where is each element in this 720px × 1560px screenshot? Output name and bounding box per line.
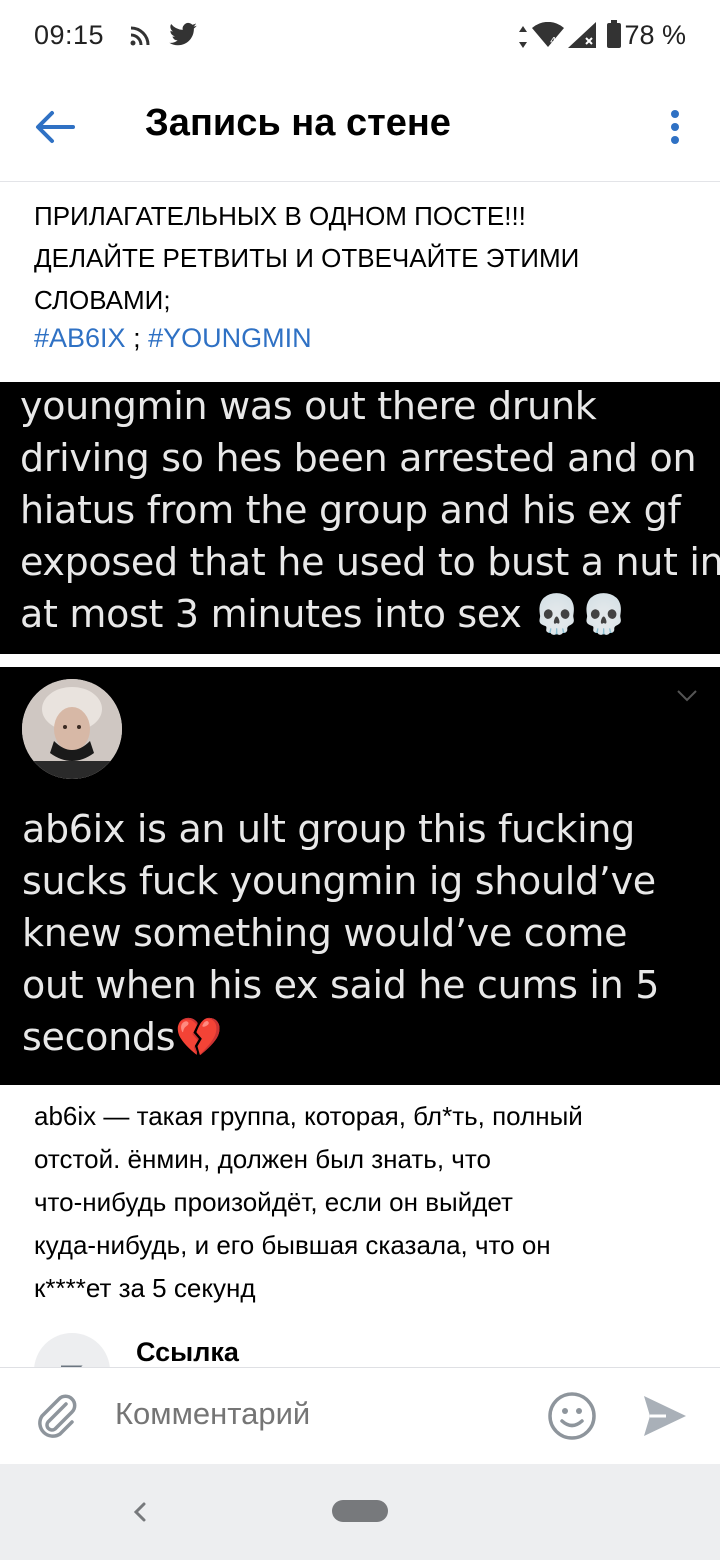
tweet-1-line: exposed that he used to bust a nut in [20,540,720,584]
post-text-line: СЛОВАМИ; [34,285,171,315]
avatar [22,679,122,779]
tweet-2-line: ab6ix is an ult group this fucking [22,807,635,851]
chevron-down-icon[interactable] [676,689,698,708]
tweet-1-text: youngmin was out there drunk driving so … [20,382,720,640]
tweet-1-line: youngmin was out there drunk [20,384,597,428]
paperclip-icon [38,1394,77,1438]
link-icon [34,1333,110,1367]
tweet-2-line: sucks fuck youngmin ig should’ve [22,859,656,903]
tweet-1-line: at most 3 minutes into sex 💀💀 [20,592,628,636]
translation-text: ab6ix — такая группа, которая, бл*ть, по… [34,1095,694,1310]
tweet-1-line: driving so hes been arrested and on [20,436,697,480]
smile-icon [548,1392,596,1440]
tweet-1-line: hiatus from the group and his ex gf [20,488,681,532]
image-divider [0,654,720,667]
arrow-left-icon [36,111,75,143]
system-nav-bar [0,1464,720,1560]
comment-bar [0,1367,720,1464]
link-attachment[interactable]: Ссылка [34,1333,684,1367]
post-content: ПРИЛАГАТЕЛЬНЫХ В ОДНОМ ПОСТЕ!!! ДЕЛАЙТЕ … [0,183,720,1367]
comment-input[interactable] [115,1396,515,1432]
tweet-screenshot-1[interactable]: youngmin was out there drunk driving so … [0,382,720,654]
post-text: ПРИЛАГАТЕЛЬНЫХ В ОДНОМ ПОСТЕ!!! ДЕЛАЙТЕ … [34,195,684,321]
post-text-line: ПРИЛАГАТЕЛЬНЫХ В ОДНОМ ПОСТЕ!!! [34,201,526,231]
more-options-button[interactable] [660,104,690,150]
translation-line: к****ет за 5 секунд [34,1273,256,1303]
hashtags: #AB6IX ; #YOUNGMIN [34,317,312,359]
signal-icon [568,22,596,53]
tweet-2-line: seconds💔 [22,1015,223,1059]
send-button[interactable] [640,1392,690,1440]
battery-icon [606,20,622,53]
nav-back-icon[interactable] [126,1494,154,1530]
status-bar: 09:15 4 78 % [0,0,720,72]
app-header: Запись на стене [0,72,720,182]
tweet-2-line: knew something would’ve come [22,911,628,955]
tweet-screenshot-2[interactable]: ab6ix is an ult group this fucking sucks… [0,667,720,1085]
svg-text:4: 4 [550,36,556,47]
attach-button[interactable] [32,1390,82,1440]
twitter-icon [168,22,198,53]
page-title: Запись на стене [145,102,451,144]
send-icon [644,1396,686,1436]
translation-line: что-нибудь произойдёт, если он выйдет [34,1187,513,1217]
post-text-line: ДЕЛАЙТЕ РЕТВИТЫ И ОТВЕЧАЙТЕ ЭТИМИ [34,243,580,273]
translation-line: ab6ix — такая группа, которая, бл*ть, по… [34,1101,583,1131]
more-vertical-icon [671,110,679,144]
tweet-2-text: ab6ix is an ult group this fucking sucks… [22,803,712,1063]
data-arrows-icon [518,26,528,53]
wifi-icon: 4 [532,21,564,53]
hashtag-youngmin[interactable]: #YOUNGMIN [148,323,312,353]
link-title: Ссылка [136,1337,239,1367]
status-time: 09:15 [34,20,105,50]
back-button[interactable] [30,104,80,150]
translation-line: отстой. ёнмин, должен был знать, что [34,1144,491,1174]
battery-percent: 78 % [624,20,686,50]
tweet-2-line: out when his ex said he cums in 5 [22,963,660,1007]
nav-home-pill[interactable] [332,1500,388,1522]
hashtag-ab6ix[interactable]: #AB6IX [34,323,126,353]
translation-line: куда-нибудь, и его бывшая сказала, что о… [34,1230,551,1260]
rss-icon [128,24,152,53]
hashtag-separator: ; [125,323,149,353]
emoji-button[interactable] [546,1390,598,1442]
